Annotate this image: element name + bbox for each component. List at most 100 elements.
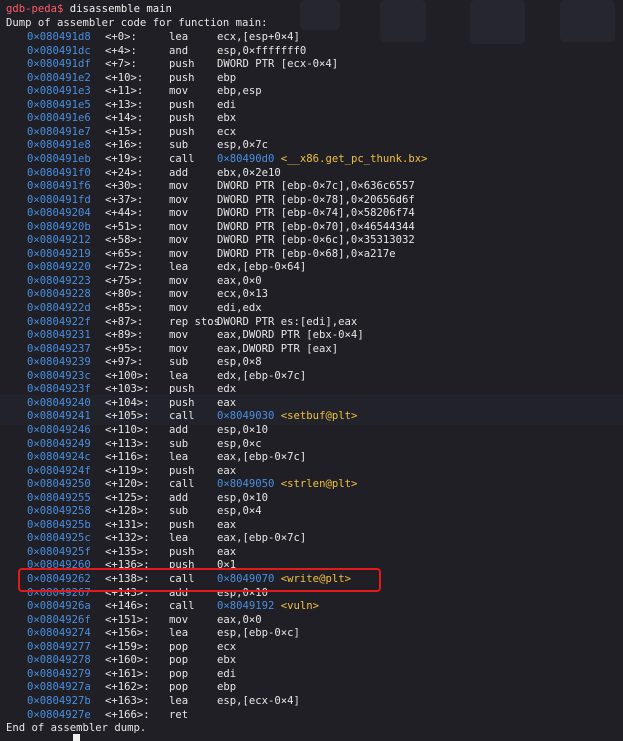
asm-offset: <+37>: xyxy=(105,193,144,206)
asm-address: 0×080491dc xyxy=(27,44,91,57)
asm-address: 0×080491eb xyxy=(27,152,91,165)
asm-offset: <+135>: xyxy=(105,545,150,558)
asm-offset: <+110>: xyxy=(105,423,150,436)
terminal[interactable]: gdb-peda$ disassemble main Dump of assem… xyxy=(0,0,623,741)
asm-offset: <+65>: xyxy=(105,247,144,260)
asm-address: 0×08049274 xyxy=(27,627,91,640)
asm-offset: <+85>: xyxy=(105,302,144,314)
asm-offset: <+119>: xyxy=(105,464,150,477)
asm-mnemonic: mov xyxy=(169,234,189,247)
asm-address: 0×0804927e xyxy=(27,708,91,721)
asm-operands: esp,0×c xyxy=(217,437,262,450)
asm-mnemonic: sub xyxy=(169,139,189,152)
asm-mnemonic: push xyxy=(169,545,195,558)
asm-operands: edi,edx xyxy=(217,302,262,314)
asm-address: 0×0804923f xyxy=(27,383,91,396)
asm-operands: DWORD PTR [ebp-0×74],0×58206f74 xyxy=(217,207,415,220)
asm-mnemonic: call xyxy=(169,478,195,491)
asm-operands: edi xyxy=(217,98,237,111)
asm-operands: 0×80490d0 <__x86.get_pc_thunk.bx> xyxy=(217,152,428,166)
asm-operands: ebx,0×2e10 xyxy=(217,166,281,179)
asm-offset: <+10>: xyxy=(105,71,144,84)
asm-operands: eax xyxy=(217,396,237,409)
asm-mnemonic: mov xyxy=(169,342,189,355)
asm-mnemonic: mov xyxy=(169,207,189,220)
asm-address: 0×080491e7 xyxy=(27,125,91,138)
asm-offset: <+75>: xyxy=(105,274,144,287)
asm-offset: <+80>: xyxy=(105,288,144,301)
asm-operands: 0×8049030 <setbuf@plt> xyxy=(217,409,357,423)
prompt-user: gdb-peda$ xyxy=(6,3,64,15)
asm-operands: edi xyxy=(217,667,237,680)
asm-operands: eax,DWORD PTR [eax] xyxy=(217,342,339,355)
call-symbol: <__x86.get_pc_thunk.bx> xyxy=(280,152,428,165)
call-target: 0×8049050 xyxy=(217,478,275,491)
asm-operands: edx,[ebp-0×7c] xyxy=(217,369,307,382)
asm-address: 0×08049279 xyxy=(27,667,91,680)
asm-operands: eax,0×0 xyxy=(217,613,262,626)
asm-address: 0×080491e2 xyxy=(27,71,91,84)
asm-operands: ecx,0×13 xyxy=(217,288,269,301)
asm-mnemonic: lea xyxy=(169,31,189,43)
asm-mnemonic: lea xyxy=(169,627,189,640)
asm-mnemonic: mov xyxy=(169,85,189,98)
call-target: 0×8049030 xyxy=(217,410,275,423)
asm-offset: <+7>: xyxy=(105,58,137,71)
asm-offset: <+95>: xyxy=(105,342,144,355)
asm-operands: eax xyxy=(217,464,237,477)
asm-mnemonic: mov xyxy=(169,247,189,260)
asm-mnemonic: lea xyxy=(169,369,189,382)
asm-offset: <+51>: xyxy=(105,220,144,233)
asm-address: 0×08049250 xyxy=(27,478,91,491)
asm-operands: eax xyxy=(217,518,237,531)
terminal-cursor xyxy=(73,734,80,741)
asm-offset: <+162>: xyxy=(105,681,150,694)
asm-operands: edx xyxy=(217,383,237,396)
asm-address: 0×080491f0 xyxy=(27,166,91,179)
asm-address: 0×080491e5 xyxy=(27,98,91,111)
asm-operands: DWORD PTR [ebp-0×7c],0×636c6557 xyxy=(217,180,415,193)
asm-offset: <+19>: xyxy=(105,152,144,165)
asm-operands: 0×8049050 <strlen@plt> xyxy=(217,477,357,491)
asm-offset: <+16>: xyxy=(105,139,144,152)
asm-mnemonic: push xyxy=(169,58,195,71)
asm-address: 0×08049246 xyxy=(27,423,91,436)
asm-operands: esp,0×8 xyxy=(217,356,262,369)
asm-mnemonic: lea xyxy=(169,532,189,545)
asm-address: 0×0804924c xyxy=(27,451,91,464)
asm-offset: <+44>: xyxy=(105,207,144,220)
asm-address: 0×08049228 xyxy=(27,288,91,301)
asm-offset: <+125>: xyxy=(105,491,150,504)
asm-offset: <+87>: xyxy=(105,315,144,328)
asm-offset: <+146>: xyxy=(105,600,150,613)
asm-address: 0×0804926a xyxy=(27,600,91,613)
asm-offset: <+163>: xyxy=(105,694,150,707)
asm-mnemonic: mov xyxy=(169,274,189,287)
highlight-box xyxy=(18,568,381,592)
asm-operands: DWORD PTR [ebp-0×70],0×46544344 xyxy=(217,220,415,233)
asm-mnemonic: push xyxy=(169,112,195,125)
asm-address: 0×08049249 xyxy=(27,437,91,450)
asm-address: 0×0804924f xyxy=(27,464,91,477)
asm-mnemonic: push xyxy=(169,383,195,396)
asm-offset: <+160>: xyxy=(105,654,150,667)
asm-mnemonic: mov xyxy=(169,220,189,233)
call-target: 0×80490d0 xyxy=(217,152,275,165)
asm-mnemonic: push xyxy=(169,464,195,477)
asm-address: 0×0804925b xyxy=(27,518,91,531)
asm-mnemonic: push xyxy=(169,71,195,84)
asm-offset: <+14>: xyxy=(105,112,144,125)
asm-offset: <+15>: xyxy=(105,125,144,138)
asm-address: 0×0804920b xyxy=(27,220,91,233)
asm-address: 0×0804925f xyxy=(27,545,91,558)
asm-address: 0×08049240 xyxy=(27,396,91,409)
asm-address: 0×0804923c xyxy=(27,369,91,382)
asm-operands: ebp xyxy=(217,71,237,84)
asm-offset: <+58>: xyxy=(105,234,144,247)
asm-operands: esp,[ebp-0×c] xyxy=(217,627,300,640)
prompt-command: disassemble main xyxy=(69,3,172,15)
asm-operands: esp,0×7c xyxy=(217,139,269,152)
asm-address: 0×080491e3 xyxy=(27,85,91,98)
asm-offset: <+131>: xyxy=(105,518,150,531)
asm-address: 0×08049255 xyxy=(27,491,91,504)
